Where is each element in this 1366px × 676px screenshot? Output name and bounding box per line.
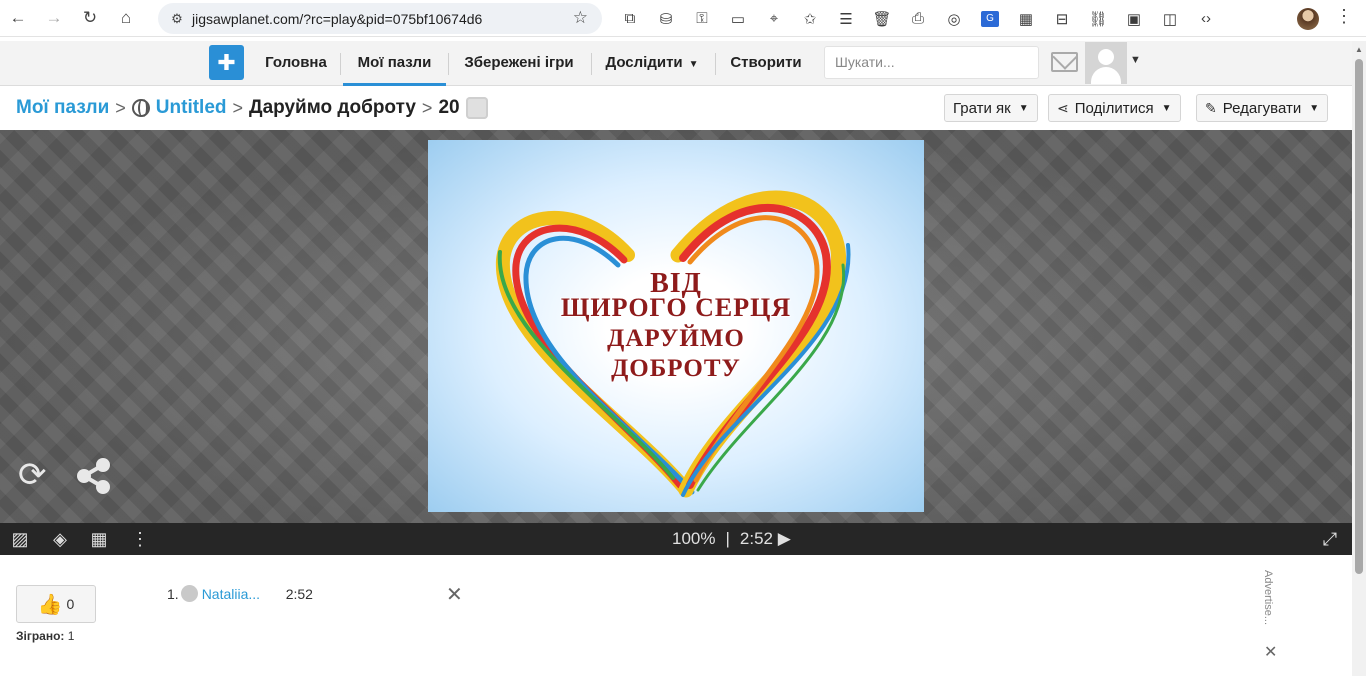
chevron-right-icon: > xyxy=(115,97,126,118)
scroll-thumb[interactable] xyxy=(1355,59,1363,574)
bookmark-star-icon[interactable]: ☆ xyxy=(573,8,588,28)
chevron-down-icon: ▼ xyxy=(1018,102,1029,114)
qr-code-icon[interactable]: ▦ xyxy=(1008,0,1044,37)
puzzle-title: Даруймо доброту xyxy=(249,97,416,118)
breadcrumb-folder[interactable]: Untitled xyxy=(156,97,227,119)
puzzle-image[interactable]: ВІД ЩИРОГО СЕРЦЯ ДАРУЙМО ДОБРОТУ xyxy=(428,140,924,512)
site-header: ✚ Головна Мої пазли Збережені ігри Дослі… xyxy=(0,41,1352,86)
reload-icon[interactable]: ↻ xyxy=(72,0,108,36)
cast-icon[interactable]: ▣ xyxy=(1116,0,1152,37)
location-icon[interactable]: ⌖ xyxy=(756,0,792,37)
address-bar[interactable]: ⚙ jigsawplanet.com/?rc=play&pid=075bf106… xyxy=(158,3,602,34)
puzzle-control-bar: ▨ ◈ ▦ ⋮ 100% | 2:52 ▶ ⤢ xyxy=(0,523,1352,555)
extension-toolbar: ⧉ ⛁ ⚿ ▭ ⌖ ✩ ☰ 🗑 ⎙ ◎ G ▦ ⊟ ⛓ ▣ ◫ ‹› xyxy=(612,0,1224,37)
image-text-line4: ДОБРОТУ xyxy=(611,355,741,382)
restart-icon[interactable]: ⟳ xyxy=(18,458,56,492)
progress-text: 100% xyxy=(672,529,716,548)
breadcrumb: Мої пазли > Untitled > Даруймо доброту >… xyxy=(16,96,488,120)
image-text-line3: ДАРУЙМО xyxy=(607,325,745,352)
puzzle-board[interactable]: ВІД ЩИРОГО СЕРЦЯ ДАРУЙМО ДОБРОТУ ⟳ xyxy=(0,130,1352,523)
nav-home[interactable]: Головна xyxy=(256,41,336,86)
nav-my-puzzles[interactable]: Мої пазли xyxy=(343,41,446,86)
played-label: Зіграно: xyxy=(16,629,65,643)
home-icon[interactable]: ⌂ xyxy=(108,0,144,36)
forward-icon[interactable]: → xyxy=(36,0,72,36)
back-icon[interactable]: ← xyxy=(0,0,36,36)
user-avatar[interactable] xyxy=(1085,42,1127,84)
like-count: 0 xyxy=(66,596,75,612)
key-icon[interactable]: ⚿ xyxy=(684,0,720,37)
site-info-icon[interactable]: ⚙ xyxy=(162,11,192,27)
played-count: Зіграно: 1 xyxy=(16,629,74,643)
url-text[interactable]: jigsawplanet.com/?rc=play&pid=075bf10674… xyxy=(192,11,482,27)
devtools-icon[interactable]: ‹› xyxy=(1188,0,1224,37)
link-icon[interactable]: ⛓ xyxy=(1080,0,1116,37)
print-icon[interactable]: ⎙ xyxy=(900,0,936,37)
sidepanel-icon[interactable]: ◫ xyxy=(1152,0,1188,37)
ghost-image-icon[interactable]: ◈ xyxy=(48,529,72,549)
score-user-link[interactable]: Nataliia... xyxy=(202,586,286,602)
image-text-line2: ЩИРОГО СЕРЦЯ xyxy=(560,293,792,322)
profile-avatar[interactable] xyxy=(1297,8,1319,30)
breadcrumb-my-puzzles[interactable]: Мої пазли xyxy=(16,97,109,119)
mail-icon[interactable] xyxy=(1051,52,1078,72)
card-icon[interactable]: ▭ xyxy=(720,0,756,37)
like-button[interactable]: 👍 0 xyxy=(16,585,96,623)
edit-button[interactable]: ✎ Редагувати ▼ xyxy=(1196,94,1329,122)
share-button[interactable]: ⋖ Поділитися ▼ xyxy=(1048,94,1181,122)
lens-icon[interactable]: ◎ xyxy=(936,0,972,37)
chevron-right-icon: > xyxy=(232,97,244,118)
divider: | xyxy=(725,529,730,548)
score-time: 2:52 xyxy=(285,585,313,602)
image-preview-icon[interactable]: ▨ xyxy=(8,529,32,549)
share-label: Поділитися xyxy=(1074,99,1154,117)
edit-label: Редагувати xyxy=(1222,99,1302,117)
thumbs-up-icon: 👍 xyxy=(37,593,63,616)
play-as-button[interactable]: Грати як ▼ xyxy=(944,94,1038,122)
search-input[interactable]: Шукати... xyxy=(824,46,1039,79)
advertisement-label: Advertise... xyxy=(1262,570,1274,626)
trash-icon[interactable]: 🗑 xyxy=(864,0,900,37)
progress-timer: 100% | 2:52 ▶ xyxy=(672,529,791,549)
share-icon[interactable] xyxy=(75,458,113,494)
star-list-icon[interactable]: ✩ xyxy=(792,0,828,37)
score-rank: 1. xyxy=(167,585,179,602)
score-row: 1. Nataliia... 2:52 xyxy=(167,585,313,602)
translate-icon[interactable]: G xyxy=(972,0,1008,37)
nav-create[interactable]: Створити xyxy=(720,41,812,86)
chevron-down-icon: ▼ xyxy=(1309,102,1320,114)
puzzle-piece-icon xyxy=(465,97,488,119)
chevron-down-icon: ▼ xyxy=(688,59,699,70)
user-menu-caret-icon[interactable]: ▼ xyxy=(1130,54,1141,66)
chevron-right-icon: > xyxy=(421,97,433,118)
globe-icon xyxy=(131,99,150,117)
share-icon: ⋖ xyxy=(1057,99,1069,116)
nav-saved-games[interactable]: Збережені ігри xyxy=(452,41,586,86)
arrange-pieces-icon[interactable]: ▦ xyxy=(87,529,111,549)
nav-explore[interactable]: Дослідити ▼ xyxy=(596,41,708,86)
play-icon[interactable]: ▶ xyxy=(778,529,791,548)
edit-icon: ✎ xyxy=(1205,99,1217,116)
nav-explore-label: Дослідити xyxy=(605,54,683,71)
played-value: 1 xyxy=(67,629,75,643)
site-logo[interactable]: ✚ xyxy=(209,45,244,80)
user-avatar-icon xyxy=(180,585,198,602)
ad-close-icon[interactable]: ✕ xyxy=(1264,642,1277,662)
fullscreen-icon[interactable]: ⤢ xyxy=(1318,529,1342,549)
close-icon[interactable]: ✕ xyxy=(446,582,463,607)
play-as-label: Грати як xyxy=(953,99,1011,117)
more-options-icon[interactable]: ⋮ xyxy=(128,529,152,549)
puzzle-logo-icon: ✚ xyxy=(217,49,236,75)
incognito-icon[interactable]: ⛁ xyxy=(648,0,684,37)
reader-icon[interactable]: ⊟ xyxy=(1044,0,1080,37)
scroll-up-icon[interactable]: ▲ xyxy=(1355,45,1363,54)
reading-list-icon[interactable]: ☰ xyxy=(828,0,864,37)
browser-menu-icon[interactable]: ⋮ xyxy=(1332,6,1356,27)
timer-text: 2:52 xyxy=(739,529,773,548)
page-scrollbar[interactable]: ▲ xyxy=(1352,41,1366,676)
chevron-down-icon: ▼ xyxy=(1161,102,1172,114)
extensions-icon[interactable]: ⧉ xyxy=(612,0,648,37)
piece-count: 20 xyxy=(438,97,460,118)
